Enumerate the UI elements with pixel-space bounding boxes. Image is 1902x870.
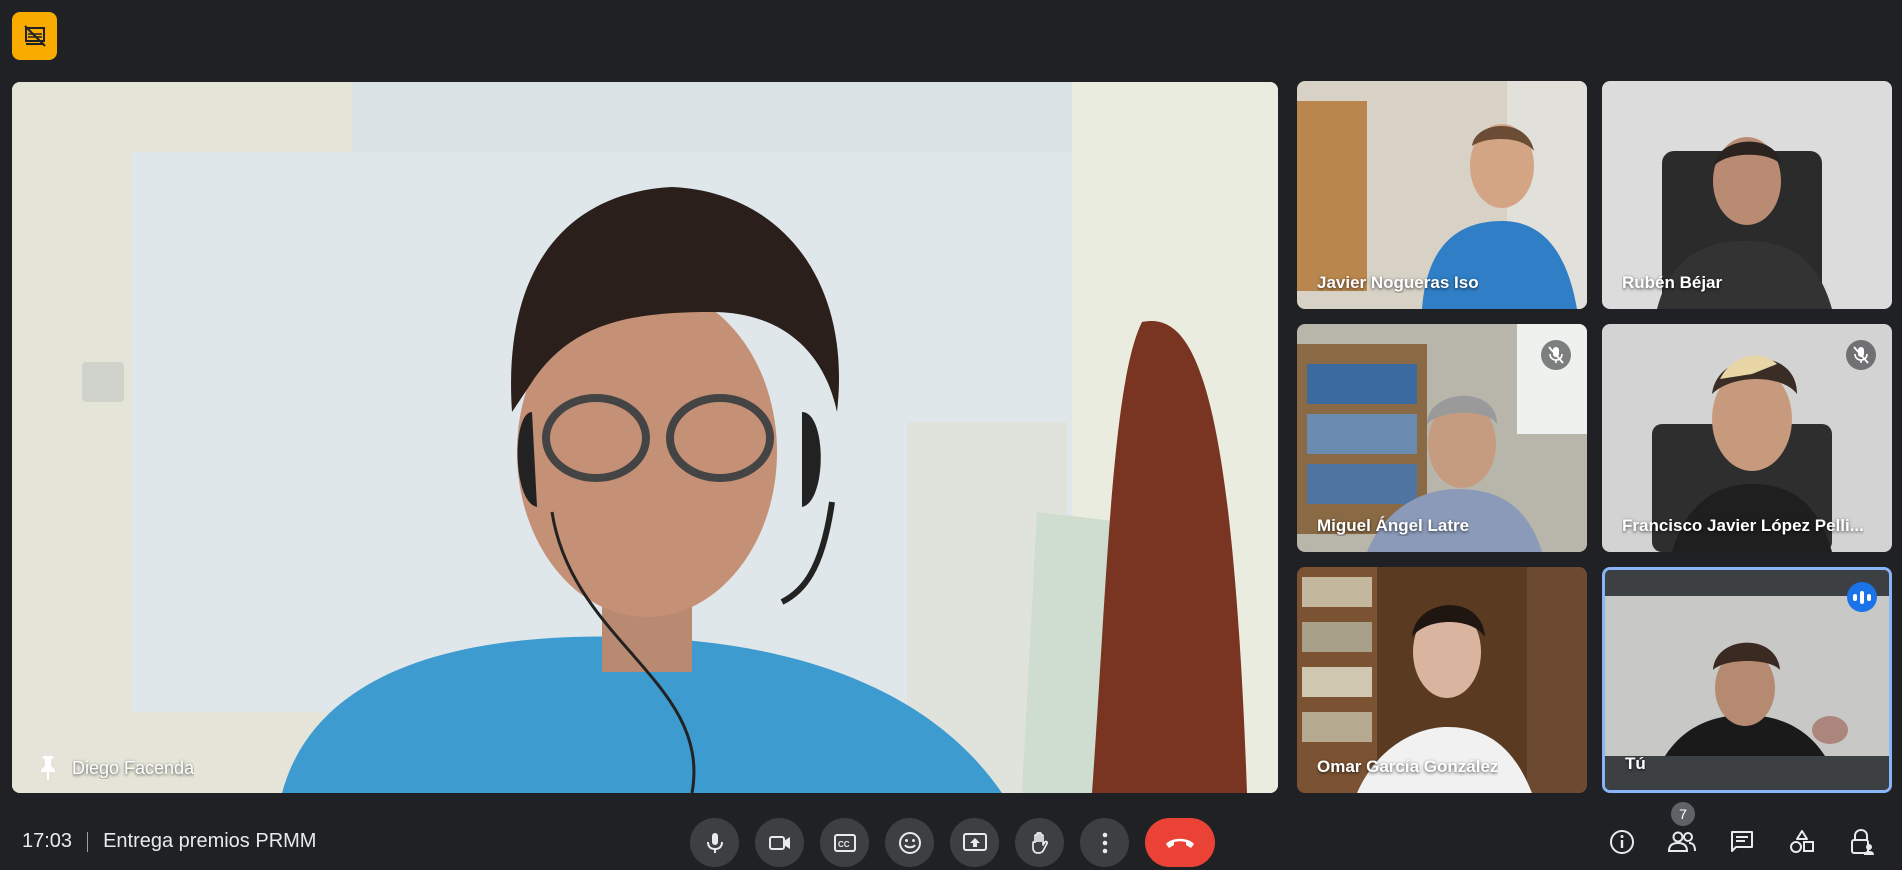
captions-button[interactable]: CC bbox=[820, 818, 869, 867]
meeting-info: 17:03 Entrega premios PRMM bbox=[22, 830, 316, 853]
chat-icon bbox=[1731, 831, 1753, 852]
camera-button[interactable] bbox=[755, 818, 804, 867]
lock-person-icon bbox=[1851, 828, 1874, 855]
video-camera-icon bbox=[768, 835, 790, 850]
meeting-details-button[interactable] bbox=[1598, 818, 1646, 866]
self-video bbox=[1605, 570, 1889, 790]
divider bbox=[87, 831, 89, 852]
mic-off-icon bbox=[1853, 346, 1869, 364]
participant-name: Rubén Béjar bbox=[1622, 273, 1723, 292]
participants-button[interactable]: 7 bbox=[1658, 802, 1706, 866]
emoji-icon bbox=[898, 831, 921, 854]
participant-name: Tú bbox=[1625, 754, 1646, 773]
bottom-control-bar: 17:03 Entrega premios PRMM CC 7 bbox=[0, 800, 1902, 870]
participant-tile[interactable]: Omar García González bbox=[1297, 567, 1587, 793]
side-panel-actions: 7 bbox=[1598, 802, 1886, 866]
self-view-tile[interactable]: Tú bbox=[1602, 567, 1892, 793]
people-icon bbox=[1667, 831, 1696, 852]
participant-name: Javier Nogueras Iso bbox=[1317, 273, 1479, 292]
mic-off-indicator bbox=[1541, 340, 1571, 370]
microphone-icon bbox=[706, 832, 723, 853]
meet-call-window: Diego Facenda Javier Nogueras Iso Rubén … bbox=[0, 0, 1902, 870]
hang-up-button[interactable] bbox=[1145, 818, 1215, 867]
pin-icon[interactable] bbox=[36, 753, 60, 781]
mic-off-icon bbox=[1548, 346, 1564, 364]
participant-tile[interactable]: Javier Nogueras Iso bbox=[1297, 81, 1587, 309]
participant-name: Omar García González bbox=[1317, 757, 1499, 776]
raise-hand-icon bbox=[1031, 831, 1048, 854]
meeting-title: Entrega premios PRMM bbox=[103, 830, 317, 852]
main-speaker-name: Diego Facenda bbox=[72, 758, 195, 778]
participant-tile[interactable]: Miguel Ángel Latre bbox=[1297, 324, 1587, 552]
host-controls-button[interactable] bbox=[1838, 818, 1886, 866]
participant-tile[interactable]: Francisco Javier López Pelli... bbox=[1602, 324, 1892, 552]
hang-up-icon bbox=[1166, 838, 1194, 848]
main-speaker-tile[interactable]: Diego Facenda bbox=[12, 82, 1278, 793]
closed-captions-icon: CC bbox=[833, 833, 856, 852]
participant-tile[interactable]: Rubén Béjar bbox=[1602, 81, 1892, 309]
emoji-button[interactable] bbox=[885, 818, 934, 867]
participants-count-badge: 7 bbox=[1671, 802, 1695, 826]
main-speaker-video bbox=[12, 82, 1278, 793]
chat-button[interactable] bbox=[1718, 818, 1766, 866]
participant-name: Francisco Javier López Pelli... bbox=[1622, 516, 1864, 535]
info-icon bbox=[1610, 830, 1634, 854]
present-screen-icon bbox=[962, 832, 987, 851]
recording-badge[interactable] bbox=[12, 12, 57, 60]
activities-icon bbox=[1790, 830, 1814, 853]
speaking-indicator bbox=[1847, 582, 1877, 612]
present-button[interactable] bbox=[950, 818, 999, 867]
raise-hand-button[interactable] bbox=[1015, 818, 1064, 867]
more-options-button[interactable] bbox=[1080, 818, 1129, 867]
mic-button[interactable] bbox=[690, 818, 739, 867]
meeting-time: 17:03 bbox=[22, 830, 73, 852]
participant-name: Miguel Ángel Latre bbox=[1317, 516, 1470, 535]
no-presentation-icon bbox=[23, 25, 46, 47]
more-options-icon bbox=[1102, 832, 1107, 853]
mic-off-indicator bbox=[1846, 340, 1876, 370]
svg-text:CC: CC bbox=[838, 840, 850, 849]
activities-button[interactable] bbox=[1778, 818, 1826, 866]
call-controls: CC bbox=[690, 818, 1215, 867]
